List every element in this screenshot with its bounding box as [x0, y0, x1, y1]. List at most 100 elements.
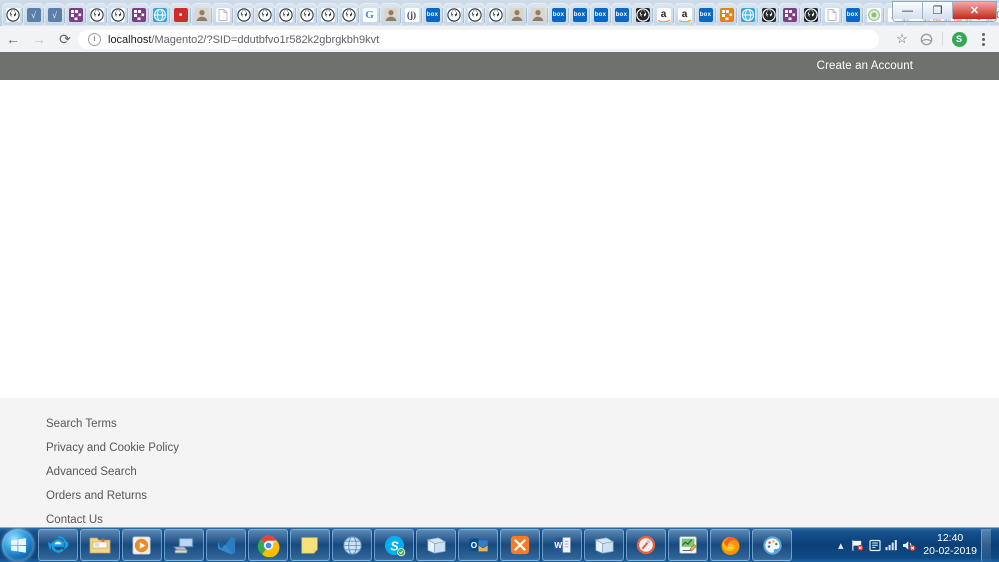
taskbar-item-network-globe[interactable] — [332, 529, 372, 561]
browser-tab[interactable]: box — [842, 3, 863, 26]
vscode-icon — [215, 534, 238, 557]
taskbar-item-notepad-window[interactable] — [416, 529, 456, 561]
taskbar-item-computer[interactable] — [164, 529, 204, 561]
taskbar-item-google-chrome[interactable] — [248, 529, 288, 561]
extension-icon[interactable] — [914, 26, 938, 52]
address-bar[interactable]: i localhost /Magento2/?SID=ddutbfvo1r582… — [78, 30, 879, 49]
taskbar-item-microsoft-outlook[interactable]: O — [458, 529, 498, 561]
footer-link[interactable]: Contact Us — [46, 508, 103, 528]
browser-tab[interactable] — [275, 3, 296, 26]
desktop-screen: √√■G(j)boxboxboxboxboxaaboxboxPAAPAAG✕ —… — [0, 0, 999, 562]
create-account-link[interactable]: Create an Account — [817, 60, 999, 72]
browser-tab[interactable]: √ — [23, 3, 44, 26]
favicon-person — [195, 8, 209, 22]
taskbar-item-microsoft-word[interactable]: W — [542, 529, 582, 561]
browser-tab[interactable]: ■ — [170, 3, 191, 26]
volume-muted-icon[interactable] — [900, 528, 917, 562]
browser-tab[interactable]: box — [422, 3, 443, 26]
window-controls: — ❐ ✕ — [892, 1, 997, 22]
browser-tab[interactable]: box — [611, 3, 632, 26]
browser-toolbar: ← → ⟳ i localhost /Magento2/?SID=ddutbfv… — [0, 26, 999, 53]
taskbar-item-visual-studio-code[interactable] — [206, 529, 246, 561]
favicon-google: G — [363, 8, 377, 22]
browser-tab[interactable] — [443, 3, 464, 26]
close-window-button[interactable]: ✕ — [953, 2, 996, 19]
back-icon[interactable]: ← — [0, 26, 26, 52]
browser-tab[interactable] — [296, 3, 317, 26]
taskbar-item-sticky-notes[interactable] — [290, 529, 330, 561]
browser-tab[interactable] — [191, 3, 212, 26]
taskbar-item-internet-explorer[interactable] — [38, 529, 78, 561]
browser-tab[interactable] — [527, 3, 548, 26]
browser-tab[interactable]: G — [359, 3, 380, 26]
browser-tab[interactable]: a — [674, 3, 695, 26]
footer-link[interactable]: Privacy and Cookie Policy — [46, 436, 179, 460]
browser-tab[interactable] — [506, 3, 527, 26]
reload-icon[interactable]: ⟳ — [52, 26, 78, 52]
browser-tab[interactable]: √ — [44, 3, 65, 26]
start-button[interactable] — [2, 529, 34, 561]
browser-tab[interactable] — [317, 3, 338, 26]
profile-avatar[interactable]: S — [947, 26, 971, 52]
browser-tab[interactable]: box — [590, 3, 611, 26]
browser-tab[interactable] — [464, 3, 485, 26]
taskbar-clock[interactable]: 12:40 20-02-2019 — [923, 532, 977, 558]
browser-tab[interactable] — [485, 3, 506, 26]
browser-tab[interactable] — [86, 3, 107, 26]
site-info-icon[interactable]: i — [88, 33, 101, 46]
show-desktop-button[interactable] — [981, 529, 991, 561]
action-center-icon[interactable] — [849, 528, 866, 562]
browser-tab[interactable] — [212, 3, 233, 26]
browser-tab[interactable] — [338, 3, 359, 26]
browser-tab[interactable] — [128, 3, 149, 26]
footer-link[interactable]: Search Terms — [46, 412, 117, 436]
browser-tab[interactable]: a — [653, 3, 674, 26]
browser-tab[interactable] — [2, 3, 23, 26]
taskbar-item-windows-media-player[interactable] — [122, 529, 162, 561]
browser-tab[interactable] — [758, 3, 779, 26]
taskbar-item-paint[interactable] — [752, 529, 792, 561]
page-viewport: Create an Account Search TermsPrivacy an… — [0, 52, 999, 528]
browser-tab[interactable]: box — [548, 3, 569, 26]
minimize-button[interactable]: — — [893, 2, 923, 19]
bookmark-star-icon[interactable]: ☆ — [890, 26, 914, 52]
browser-tab[interactable]: (j) — [401, 3, 422, 26]
network-icon[interactable] — [883, 528, 900, 562]
browser-tab[interactable] — [737, 3, 758, 26]
taskbar-item-skype[interactable]: S — [374, 529, 414, 561]
taskbar-item-chart-editor[interactable] — [668, 529, 708, 561]
browser-tab[interactable] — [254, 3, 275, 26]
taskbar-item-recorder[interactable] — [626, 529, 666, 561]
browser-tab[interactable] — [107, 3, 128, 26]
browser-tab[interactable] — [800, 3, 821, 26]
footer-link[interactable]: Advanced Search — [46, 460, 137, 484]
taskbar-item-mozilla-firefox[interactable] — [710, 529, 750, 561]
favicon-person — [384, 8, 398, 22]
browser-tab[interactable] — [779, 3, 800, 26]
taskbar-item-file-explorer[interactable] — [80, 529, 120, 561]
taskbar-item-xampp[interactable] — [500, 529, 540, 561]
browser-tab[interactable] — [149, 3, 170, 26]
browser-tab[interactable]: box — [695, 3, 716, 26]
browser-tab[interactable] — [380, 3, 401, 26]
word-icon: W — [551, 534, 573, 556]
browser-tab[interactable] — [233, 3, 254, 26]
browser-tab[interactable]: box — [569, 3, 590, 26]
security-icon[interactable] — [866, 528, 883, 562]
browser-tab[interactable] — [716, 3, 737, 26]
media-player-icon — [131, 534, 154, 557]
favicon-grid — [720, 8, 734, 22]
clock-time: 12:40 — [923, 532, 977, 545]
maximize-button[interactable]: ❐ — [923, 2, 953, 19]
browser-tab[interactable] — [863, 3, 884, 26]
favicon-github — [6, 8, 20, 22]
browser-tab[interactable] — [65, 3, 86, 26]
browser-tab[interactable] — [821, 3, 842, 26]
forward-icon[interactable]: → — [26, 26, 52, 52]
taskbar-item-notepad-window[interactable] — [584, 529, 624, 561]
footer-link[interactable]: Orders and Returns — [46, 484, 147, 508]
chrome-menu-icon[interactable] — [971, 26, 995, 52]
browser-tab[interactable] — [632, 3, 653, 26]
favicon-grid — [783, 8, 797, 22]
show-hidden-icons-icon[interactable]: ▴ — [832, 528, 849, 562]
